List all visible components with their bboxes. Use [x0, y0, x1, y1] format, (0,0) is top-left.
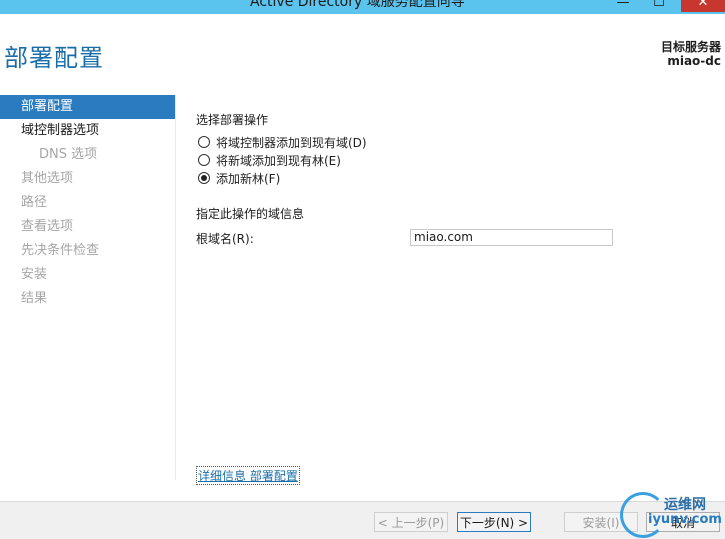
target-server: 目标服务器 miao-dc [661, 40, 721, 68]
previous-button: < 上一步(P) [374, 512, 448, 532]
radio-label: 添加新林(F) [216, 171, 281, 186]
root-domain-label: 根域名(R): [196, 232, 254, 246]
root-domain-input[interactable]: miao.com [410, 229, 613, 246]
radio-add-domain-existing-forest[interactable]: 将新域添加到现有林(E) [198, 152, 341, 168]
nav-item-dc-options[interactable]: 域控制器选项 [0, 119, 175, 143]
more-info-link[interactable]: 详细信息 部署配置 [196, 466, 300, 485]
nav-item-results: 结果 [21, 291, 48, 306]
window-title: Active Directory 域服务配置向导 [250, 0, 465, 10]
nav-item-additional-options: 其他选项 [21, 171, 74, 186]
radio-button-checked[interactable] [198, 172, 210, 184]
next-button[interactable]: 下一步(N) > [457, 512, 531, 532]
operation-heading: 选择部署操作 [196, 113, 269, 127]
wizard-nav: 部署配置 域控制器选项 DNS 选项 其他选项 路径 查看选项 先决条件检查 安… [0, 95, 175, 311]
nav-divider [175, 95, 176, 480]
minimize-button[interactable]: — [608, 0, 638, 12]
maximize-button[interactable]: ☐ [644, 0, 674, 12]
domain-info-heading: 指定此操作的域信息 [196, 207, 305, 221]
radio-add-dc-existing-domain[interactable]: 将域控制器添加到现有域(D) [198, 134, 367, 150]
radio-button[interactable] [198, 154, 210, 166]
nav-item-dns-options: DNS 选项 [39, 147, 98, 162]
radio-add-new-forest[interactable]: 添加新林(F) [198, 170, 280, 186]
target-server-name: miao-dc [667, 54, 721, 68]
nav-item-review-options: 查看选项 [21, 219, 74, 234]
nav-item-paths: 路径 [21, 195, 48, 210]
nav-item-deployment-config[interactable]: 部署配置 [0, 95, 175, 119]
radio-label: 将域控制器添加到现有域(D) [216, 135, 367, 150]
target-server-label: 目标服务器 [660, 40, 721, 54]
page-title: 部署配置 [4, 44, 104, 72]
title-bar: Active Directory 域服务配置向导 — ☐ ✕ [0, 0, 725, 14]
watermark-name: 运维网 [664, 497, 706, 513]
nav-item-prereq-check: 先决条件检查 [21, 243, 100, 258]
watermark-logo: 运维网 iyunv.com [620, 490, 725, 538]
radio-label: 将新域添加到现有林(E) [216, 153, 341, 168]
close-button[interactable]: ✕ [681, 0, 725, 12]
radio-button[interactable] [198, 136, 210, 148]
nav-item-install: 安装 [21, 267, 48, 282]
watermark-domain: iyunv.com [648, 512, 722, 527]
